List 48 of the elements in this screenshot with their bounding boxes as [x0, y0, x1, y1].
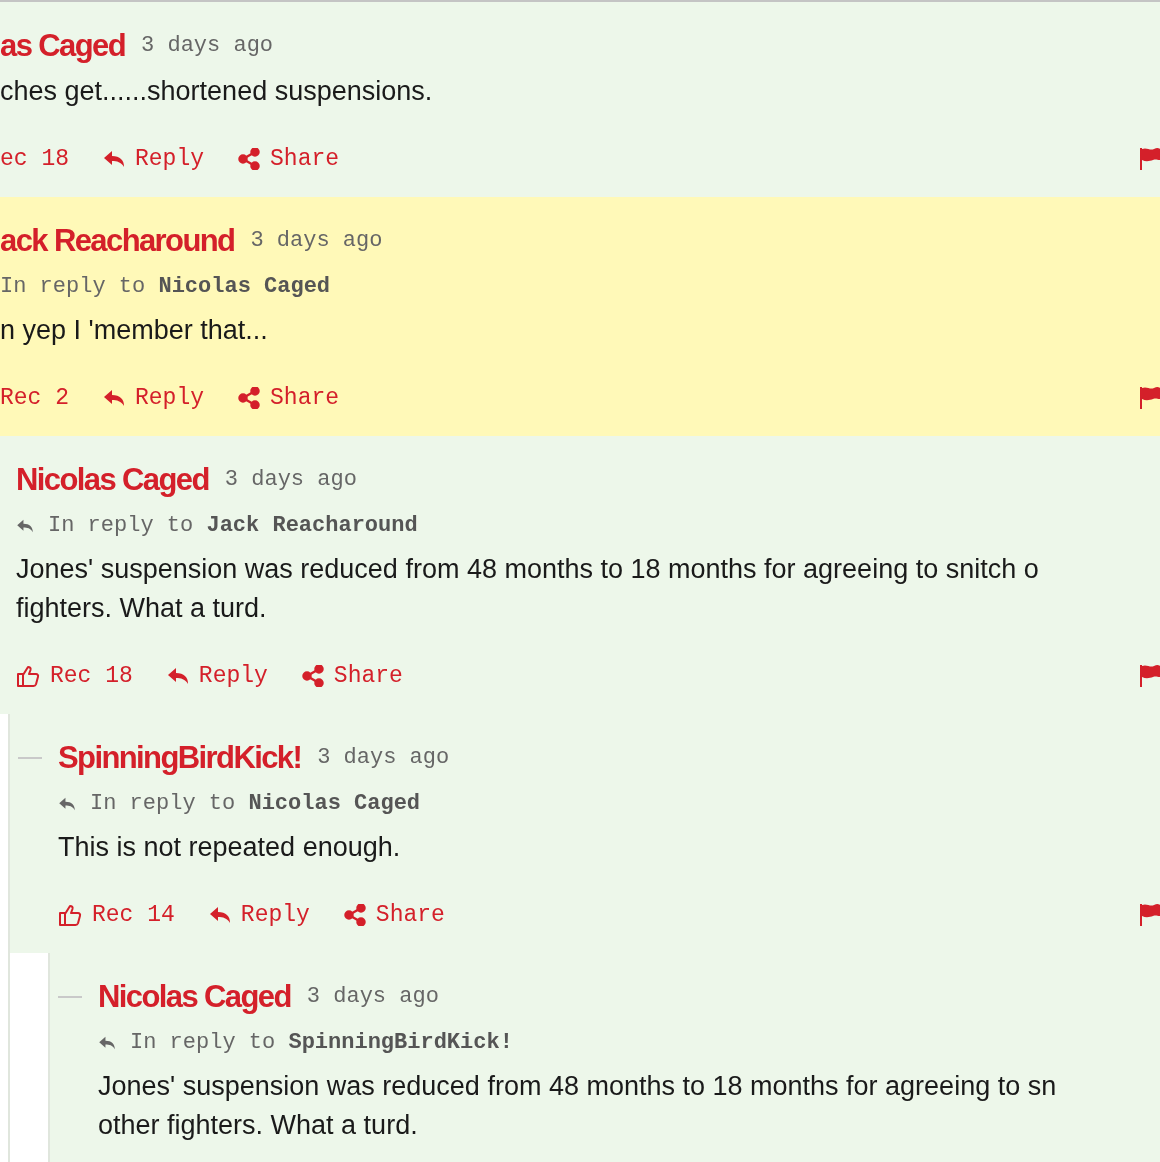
share-button[interactable]: Share	[301, 656, 403, 696]
comment-text: ches get......shortened suspensions.	[0, 75, 433, 108]
flag-icon[interactable]	[1140, 147, 1160, 171]
recommend-button[interactable]: Rec 14	[58, 895, 175, 935]
comment-text: Jones' suspension was reduced from 48 months to 18 months for agreeing to sn other fighters. What a turd.	[98, 1070, 1057, 1142]
reply-arrow-icon	[208, 906, 231, 924]
reply-button[interactable]: Reply	[208, 895, 310, 935]
in-reply-to: In reply to SpinningBirdKick!	[130, 1029, 513, 1057]
recommend-button[interactable]: Rec 2	[0, 378, 69, 418]
in-reply-to: In reply to Nicolas Caged	[90, 790, 421, 818]
author-name[interactable]: SpinningBirdKick!	[58, 738, 302, 778]
share-button[interactable]: Share	[238, 378, 340, 418]
author-name[interactable]: as Caged	[0, 26, 126, 66]
reply-arrow-icon	[103, 150, 125, 168]
comment-text: This is not repeated enough.	[58, 831, 401, 864]
timestamp: 3 days ago	[250, 227, 383, 255]
share-icon	[301, 665, 324, 687]
reply-button[interactable]: Reply	[103, 378, 205, 418]
author-name[interactable]: Nicolas Caged	[16, 460, 209, 500]
comment-text: Jones' suspension was reduced from 48 months to 18 months for agreeing to snitch o fighters. What a turd.	[16, 553, 1039, 625]
reply-arrow-icon	[166, 667, 189, 685]
reply-arrow-icon	[103, 389, 125, 407]
recommend-button[interactable]: ec 18	[0, 139, 69, 179]
share-icon	[238, 387, 261, 409]
share-icon	[343, 904, 366, 926]
share-button[interactable]: Share	[343, 895, 445, 935]
in-reply-to: In reply to Nicolas Caged	[0, 273, 331, 301]
reply-button[interactable]: Reply	[103, 139, 205, 179]
thumbs-up-icon	[16, 664, 40, 688]
in-reply-to: In reply to Jack Reacharound	[48, 512, 418, 540]
share-button[interactable]: Share	[238, 139, 340, 179]
reply-arrow-icon	[58, 797, 76, 811]
recommend-button[interactable]: Rec 18	[16, 656, 133, 696]
author-name[interactable]: Nicolas Caged	[98, 977, 291, 1017]
timestamp: 3 days ago	[317, 744, 450, 772]
share-icon	[238, 148, 261, 170]
reply-arrow-icon	[98, 1036, 116, 1050]
reply-arrow-icon	[16, 519, 34, 533]
timestamp: 3 days ago	[224, 466, 357, 494]
reply-button[interactable]: Reply	[166, 656, 268, 696]
timestamp: 3 days ago	[306, 983, 439, 1011]
comment-text: n yep I 'member that...	[0, 314, 268, 347]
thumbs-up-icon	[58, 903, 82, 927]
flag-icon[interactable]	[1140, 664, 1160, 688]
author-name[interactable]: ack Reacharound	[0, 221, 235, 261]
timestamp: 3 days ago	[141, 32, 274, 60]
flag-icon[interactable]	[1140, 903, 1160, 927]
flag-icon[interactable]	[1140, 386, 1160, 410]
